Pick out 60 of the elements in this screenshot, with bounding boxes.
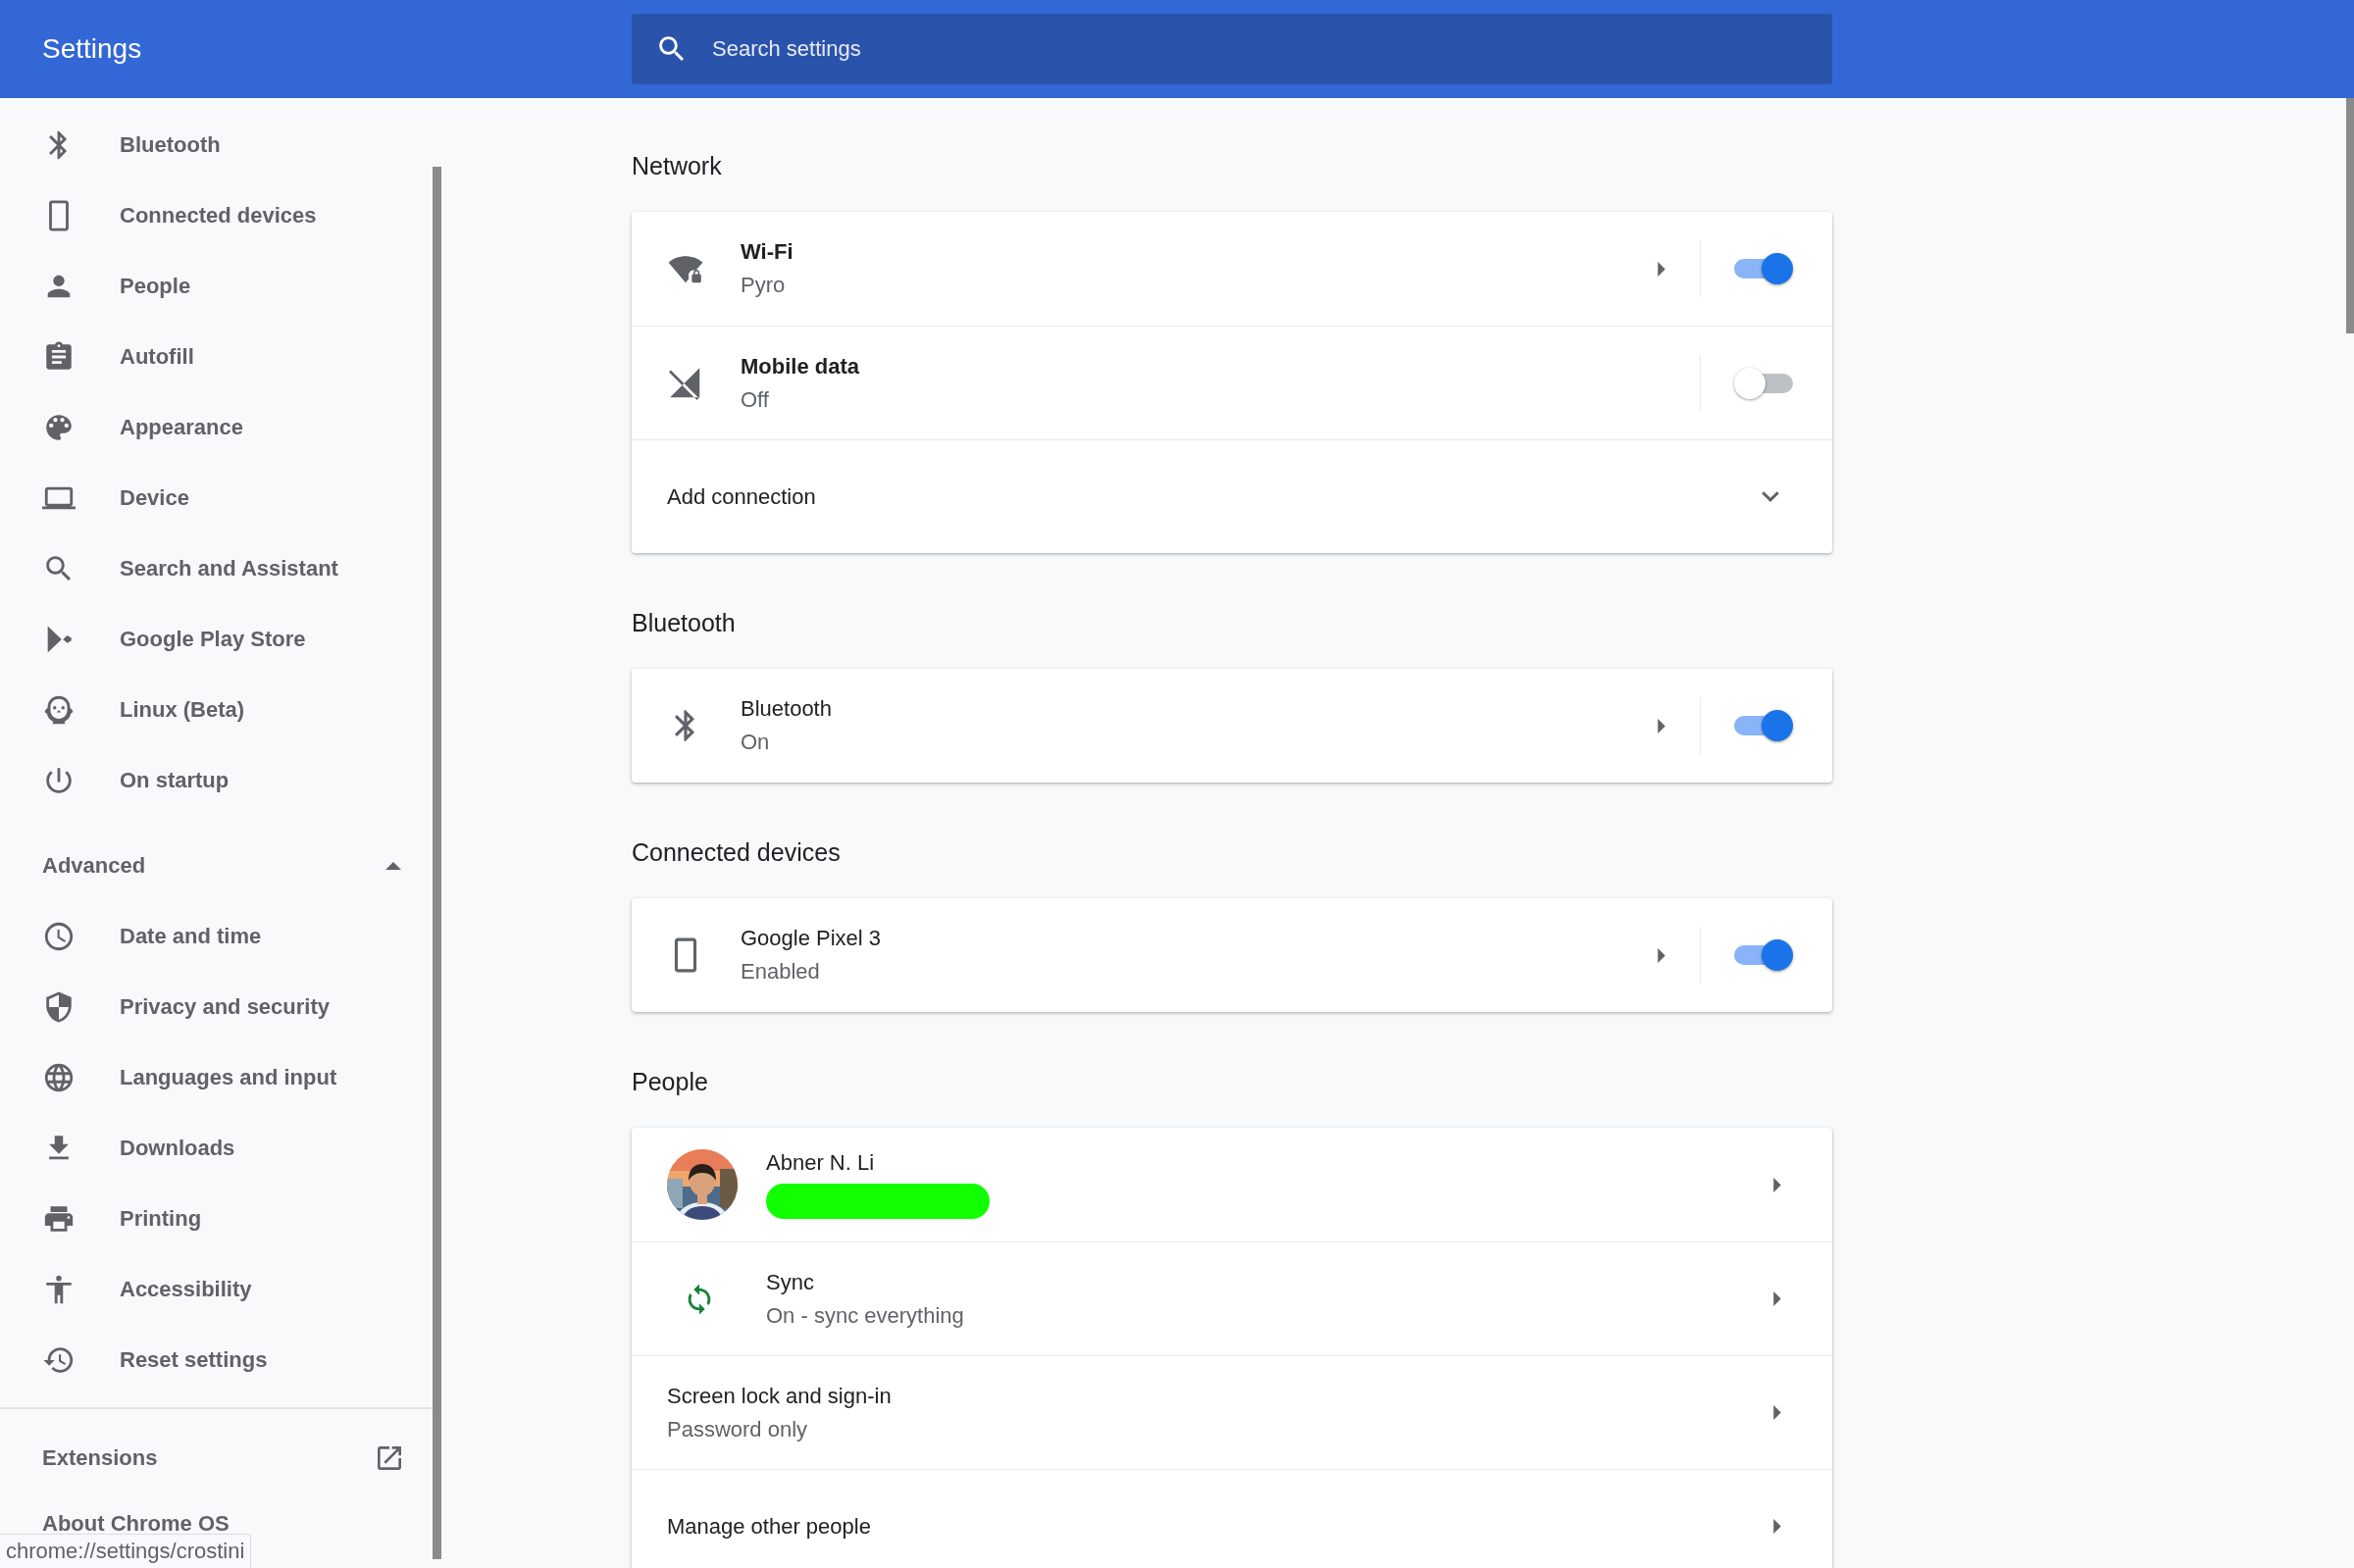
sidebar-item[interactable]: Google Play Store: [0, 604, 433, 675]
section-heading: People: [632, 1067, 709, 1097]
row-title: Bluetooth: [741, 696, 832, 722]
sidebar-item[interactable]: About Chrome OS: [42, 1511, 230, 1537]
toggle-switch[interactable]: [1734, 710, 1793, 741]
arrow-icon[interactable]: [1773, 1405, 1781, 1420]
row-title: Manage other people: [667, 1513, 871, 1540]
sidebar-item[interactable]: Privacy and security: [0, 972, 433, 1042]
section-heading: Bluetooth: [632, 608, 737, 638]
sidebar-item[interactable]: Search and Assistant: [0, 533, 433, 604]
section-heading: Connected devices: [632, 837, 842, 868]
extensions-link[interactable]: Extensions: [0, 1409, 433, 1507]
sidebar-item[interactable]: Languages and input: [0, 1042, 433, 1113]
sidebar-item[interactable]: Linux (Beta): [0, 675, 433, 745]
row-title: Wi-Fi: [741, 239, 793, 265]
penguin-icon: [42, 693, 76, 727]
sidebar-item[interactable]: Downloads: [0, 1113, 433, 1184]
arrow-icon[interactable]: [1773, 1519, 1781, 1534]
clock-icon: [42, 920, 76, 953]
row-title: Sync: [766, 1269, 814, 1295]
sidebar-item[interactable]: Accessibility: [0, 1254, 433, 1325]
arrow-icon[interactable]: [1658, 718, 1665, 733]
sidebar-item[interactable]: Printing: [0, 1184, 433, 1254]
arrow-icon[interactable]: [1773, 1291, 1781, 1306]
status-url: chrome://settings/crostini: [0, 1534, 252, 1568]
toggle-switch[interactable]: [1734, 253, 1793, 284]
row-subtitle: Password only: [667, 1416, 808, 1442]
row-title: Google Pixel 3: [741, 926, 882, 951]
sidebar-item[interactable]: People: [0, 251, 433, 322]
toggle-switch[interactable]: [1734, 939, 1793, 971]
arrow-icon[interactable]: [1658, 261, 1665, 277]
row-title: Screen lock and sign-in: [667, 1383, 892, 1409]
section-heading: Network: [632, 151, 723, 181]
toggle-switch[interactable]: [1734, 367, 1793, 399]
row-subtitle: Enabled: [741, 959, 820, 985]
arrow-icon[interactable]: [1773, 1177, 1781, 1192]
sidebar-item[interactable]: Device: [0, 463, 433, 533]
row-title: Add connection: [667, 483, 816, 510]
scrollbar-thumb[interactable]: [433, 167, 441, 1559]
row-title: Mobile data: [741, 353, 859, 379]
row-subtitle: Pyro: [741, 273, 786, 298]
sidebar-item[interactable]: Appearance: [0, 392, 433, 463]
advanced-toggle[interactable]: Advanced: [0, 831, 433, 901]
row-subtitle: On: [741, 730, 770, 755]
chevron-icon[interactable]: [1762, 491, 1779, 502]
sidebar-item[interactable]: Autofill: [0, 322, 433, 392]
sidebar-item[interactable]: Reset settings: [0, 1325, 433, 1395]
app-title: Settings: [42, 33, 143, 65]
row-subtitle: Off: [741, 386, 769, 413]
search-field[interactable]: Search settings: [632, 14, 1832, 84]
globe-icon: [42, 1061, 76, 1094]
sidebar-item[interactable]: Date and time: [0, 901, 433, 972]
sidebar-item[interactable]: On startup: [0, 745, 433, 816]
arrow-icon[interactable]: [1658, 947, 1665, 963]
sidebar-item[interactable]: Connected devices: [0, 180, 433, 251]
account-name: Abner N. Li: [766, 1150, 875, 1176]
sidebar-item[interactable]: Bluetooth: [0, 110, 433, 180]
caret-icon: [385, 862, 401, 870]
scrollbar-thumb[interactable]: [2346, 98, 2354, 333]
row-subtitle: On - sync everything: [766, 1302, 964, 1329]
